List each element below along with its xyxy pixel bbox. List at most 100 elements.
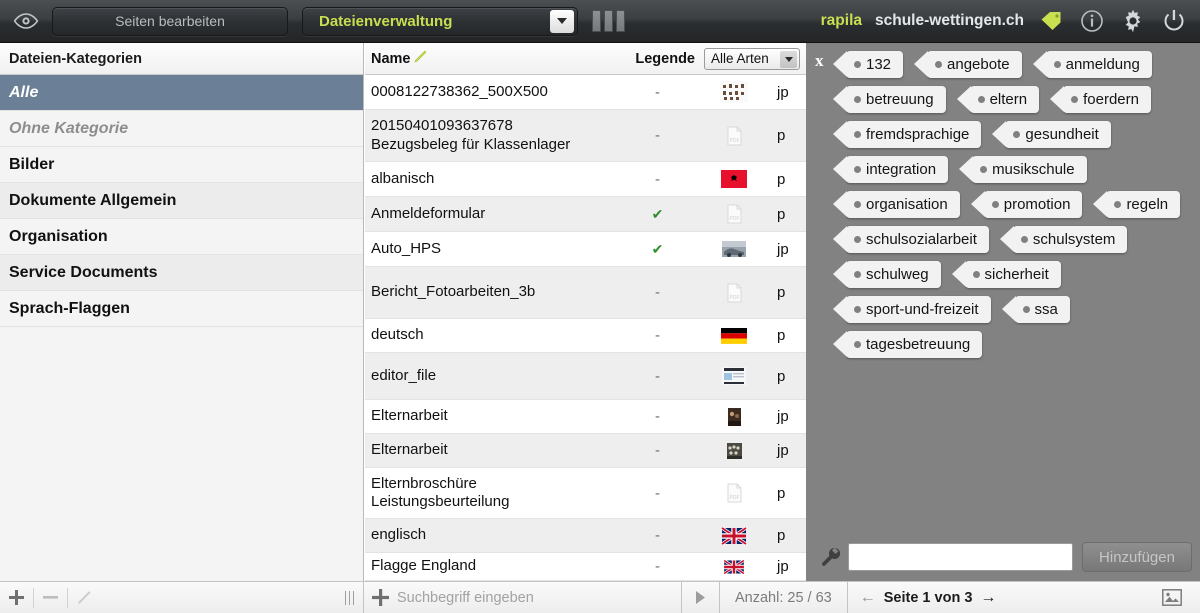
file-name: Elternarbeit <box>371 407 448 425</box>
category-actions <box>0 581 364 613</box>
wrench-icon[interactable] <box>814 546 848 568</box>
search-submit-button[interactable] <box>681 581 719 613</box>
legende-cell: - <box>655 442 660 459</box>
tag-item[interactable]: ssa <box>1001 296 1070 323</box>
svg-text:PDF: PDF <box>730 138 740 144</box>
add-category-button[interactable] <box>0 582 33 613</box>
tag-label: schulsozialarbeit <box>866 231 977 248</box>
flag-germany <box>695 325 773 347</box>
tag-item[interactable]: schulweg <box>833 261 941 288</box>
image-thumb-dark <box>695 406 773 428</box>
remove-category-button[interactable] <box>34 582 67 613</box>
tag-label: promotion <box>1003 196 1071 213</box>
close-icon[interactable]: x <box>815 51 824 71</box>
preview-eye-button[interactable] <box>0 0 52 43</box>
add-file-button[interactable] <box>364 582 397 613</box>
tag-item[interactable]: schulsozialarbeit <box>833 226 989 253</box>
file-name: 0008122738362_500X500 <box>371 82 548 100</box>
file-ext: p <box>777 484 786 502</box>
edit-category-button[interactable] <box>68 582 101 613</box>
sidebar-item-service-documents[interactable]: Service Documents <box>0 255 363 291</box>
file-name: deutsch <box>371 326 424 344</box>
flag-albania <box>695 168 773 190</box>
tag-label: foerdern <box>1083 91 1139 108</box>
tag-label: regeln <box>1126 196 1169 213</box>
chevron-down-icon[interactable] <box>550 9 574 33</box>
tag-item[interactable]: schulsystem <box>999 226 1128 253</box>
tag-label: tagesbetreuung <box>866 336 971 353</box>
tag-label: gesundheit <box>1025 126 1099 143</box>
module-select[interactable]: Dateienverwaltung <box>302 6 578 36</box>
type-filter-select[interactable]: Alle Arten <box>704 47 800 70</box>
site-domain: schule-wettingen.ch <box>875 12 1024 29</box>
tag-dot-icon <box>1013 131 1021 138</box>
sidebar-item-dokumente-allgemein[interactable]: Dokumente Allgemein <box>0 183 363 219</box>
tag-item[interactable]: 132 <box>832 51 904 78</box>
legende-cell: ✔ <box>651 240 664 257</box>
sidebar-item-label: Dokumente Allgemein <box>9 191 177 209</box>
column-header-legende[interactable]: Legende <box>620 51 695 67</box>
search-input[interactable] <box>397 589 681 606</box>
sidebar-item-label: Bilder <box>9 155 55 173</box>
file-name: Elternbroschüre Leistungsbeurteilung <box>371 474 510 510</box>
tag-item[interactable]: foerdern <box>1050 86 1151 113</box>
tag-item[interactable]: promotion <box>970 191 1083 218</box>
gear-icon[interactable] <box>1119 7 1147 35</box>
gallery-icon[interactable] <box>1155 582 1188 613</box>
tag-dot-icon <box>935 61 943 68</box>
tag-item[interactable]: eltern <box>956 86 1040 113</box>
tag-item[interactable]: gesundheit <box>992 121 1111 148</box>
svg-text:PDF: PDF <box>730 295 740 301</box>
new-tag-input[interactable] <box>848 543 1073 571</box>
tag-item[interactable]: fremdsprachige <box>832 121 982 148</box>
pencil-icon[interactable] <box>413 49 428 68</box>
file-search-area <box>364 581 719 613</box>
tag-item[interactable]: sport-und-freizeit <box>833 296 991 323</box>
svg-text:PDF: PDF <box>730 495 740 501</box>
tag-dot-icon <box>1071 96 1079 103</box>
tag-item[interactable]: musikschule <box>959 156 1087 183</box>
pdf-icon: PDF <box>695 282 773 304</box>
chevron-down-icon[interactable] <box>780 50 797 68</box>
tag-item[interactable]: integration <box>832 156 949 183</box>
columns-icon[interactable] <box>592 10 625 32</box>
categories-sidebar: Dateien-Kategorien Alle Ohne Kategorie B… <box>0 43 364 581</box>
column-header-name[interactable]: Name <box>365 49 620 68</box>
tag-item[interactable]: organisation <box>833 191 960 218</box>
sidebar-item-sprach-flaggen[interactable]: Sprach-Flaggen <box>0 291 363 327</box>
tag-item[interactable]: tagesbetreuung <box>832 331 983 358</box>
type-filter-value: Alle Arten <box>711 51 769 66</box>
file-ext: jp <box>777 83 789 101</box>
tag-panel: x 132 angebote anmeldung betreuung elter… <box>806 43 1200 581</box>
tag-label: eltern <box>989 91 1028 108</box>
info-icon[interactable] <box>1078 7 1106 35</box>
tag-label: organisation <box>866 196 948 213</box>
tag-label: fremdsprachige <box>866 126 970 143</box>
prev-page-button[interactable]: ← <box>860 589 876 607</box>
tag-dot-icon <box>980 166 988 173</box>
resize-grip-icon[interactable] <box>344 590 354 605</box>
legende-cell: - <box>655 284 660 301</box>
tag-dot-icon <box>854 201 861 208</box>
legende-cell: - <box>655 484 660 502</box>
tag-label: sport-und-freizeit <box>866 301 979 318</box>
tag-item[interactable]: sicherheit <box>951 261 1061 288</box>
tag-item[interactable]: regeln <box>1093 191 1181 218</box>
sidebar-item-label: Ohne Kategorie <box>9 119 129 137</box>
tag-dot-icon <box>854 61 861 68</box>
next-page-button[interactable]: → <box>980 589 996 607</box>
tag-dot-icon <box>1020 236 1028 243</box>
tag-icon[interactable] <box>1037 7 1065 35</box>
sidebar-item-alle[interactable]: Alle <box>0 75 363 111</box>
file-name: Elternarbeit <box>371 441 448 459</box>
sidebar-item-ohne-kategorie[interactable]: Ohne Kategorie <box>0 111 363 147</box>
power-icon[interactable] <box>1160 7 1188 35</box>
tag-item[interactable]: betreuung <box>833 86 946 113</box>
tag-item[interactable]: anmeldung <box>1032 51 1152 78</box>
tag-item[interactable]: angebote <box>914 51 1022 78</box>
edit-pages-button[interactable]: Seiten bearbeiten <box>52 6 288 36</box>
sidebar-item-organisation[interactable]: Organisation <box>0 219 363 255</box>
image-thumb-text <box>695 81 773 103</box>
add-tag-button[interactable]: Hinzufügen <box>1082 542 1192 572</box>
sidebar-item-bilder[interactable]: Bilder <box>0 147 363 183</box>
